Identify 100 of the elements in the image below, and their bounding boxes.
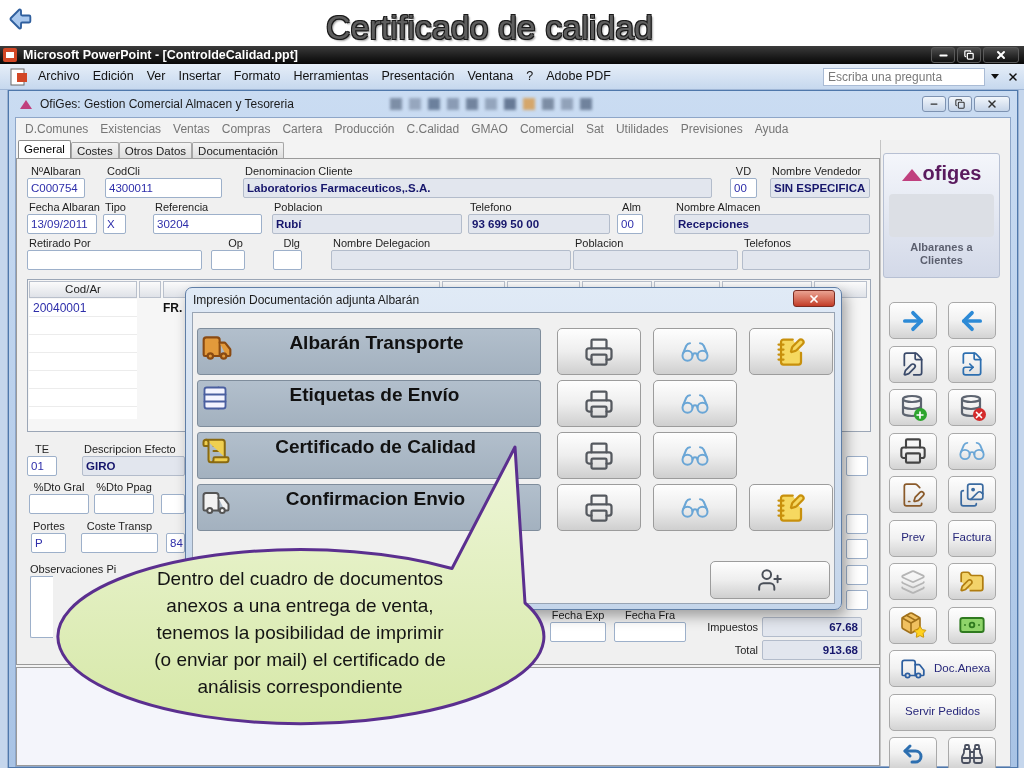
- toolbar-button[interactable]: Factura: [948, 519, 996, 557]
- textarea-field[interactable]: [30, 576, 53, 638]
- input-field[interactable]: Laboratorios Farmaceuticos,.S.A.: [243, 178, 712, 198]
- input-field[interactable]: [742, 250, 870, 270]
- toolbar-button[interactable]: [948, 345, 996, 383]
- tab[interactable]: Costes: [70, 142, 119, 158]
- input-field[interactable]: [846, 539, 868, 559]
- input-field[interactable]: 84: [166, 533, 185, 553]
- toolbar-button[interactable]: Doc.Anexa: [889, 650, 996, 687]
- toolbar-button[interactable]: [889, 737, 937, 768]
- table-header-cell[interactable]: [139, 281, 161, 298]
- toolbar-button[interactable]: [948, 606, 996, 644]
- toolbar-button[interactable]: [889, 345, 937, 383]
- table-header-cell[interactable]: Cod/Ar: [29, 281, 137, 298]
- input-field[interactable]: [846, 565, 868, 585]
- input-field[interactable]: [94, 494, 154, 514]
- input-field[interactable]: GIRO: [82, 456, 185, 476]
- toolbar-button[interactable]: [889, 432, 937, 470]
- input-field[interactable]: 93 699 50 00: [468, 214, 610, 234]
- menu-item[interactable]: Formato: [233, 67, 281, 86]
- menu-item[interactable]: Archivo: [38, 67, 80, 86]
- input-field[interactable]: [29, 494, 89, 514]
- tab[interactable]: Otros Datos: [118, 142, 193, 158]
- menu-item[interactable]: Adobe PDF: [546, 67, 611, 86]
- action-button[interactable]: [557, 484, 641, 531]
- menu-item[interactable]: D.Comunes: [25, 120, 89, 138]
- input-field[interactable]: [273, 250, 302, 270]
- toolbar-button[interactable]: [948, 476, 996, 513]
- action-button[interactable]: [557, 380, 641, 427]
- input-field[interactable]: P: [31, 533, 66, 553]
- input-field[interactable]: 913.68: [762, 640, 862, 660]
- input-field[interactable]: [211, 250, 245, 270]
- menu-item[interactable]: Ayuda: [754, 120, 789, 138]
- printer-icon: [584, 388, 614, 419]
- question-field[interactable]: Escriba una pregunta: [823, 67, 985, 86]
- menu-item[interactable]: Ver: [146, 67, 166, 86]
- toolbar-button[interactable]: [889, 476, 937, 513]
- menu-item[interactable]: ?: [526, 67, 534, 86]
- restore-button[interactable]: [948, 96, 972, 112]
- document-button[interactable]: Albarán Transporte: [197, 328, 541, 375]
- input-field[interactable]: SIN ESPECIFICA: [770, 178, 870, 198]
- input-field[interactable]: C000754: [27, 178, 85, 198]
- menu-item[interactable]: Compras: [221, 120, 271, 138]
- menu-item[interactable]: Existencias: [100, 120, 162, 138]
- toolbar-button[interactable]: Servir Pedidos: [889, 693, 996, 731]
- restore-button[interactable]: [957, 47, 981, 63]
- menu-item[interactable]: Previsiones: [680, 120, 743, 138]
- menu-item[interactable]: Producción: [334, 120, 395, 138]
- toolbar-button[interactable]: [948, 737, 996, 768]
- toolbar-button[interactable]: [948, 389, 996, 426]
- input-field[interactable]: Recepciones: [674, 214, 870, 234]
- input-field[interactable]: [161, 494, 185, 514]
- menu-item[interactable]: Herramientas: [293, 67, 369, 86]
- menu-item[interactable]: C.Calidad: [406, 120, 460, 138]
- field-label: Alm: [621, 201, 642, 214]
- action-button[interactable]: [557, 328, 641, 375]
- input-field[interactable]: 4300011: [105, 178, 222, 198]
- input-field[interactable]: [846, 590, 868, 610]
- document-button[interactable]: Etiquetas de Envío: [197, 380, 541, 427]
- menu-item[interactable]: Comercial: [519, 120, 574, 138]
- input-field[interactable]: X: [103, 214, 126, 234]
- tab[interactable]: Documentación: [192, 142, 284, 158]
- input-field[interactable]: 30204: [153, 214, 262, 234]
- input-field[interactable]: [614, 622, 686, 642]
- menu-item[interactable]: Presentación: [381, 67, 455, 86]
- menu-item[interactable]: Insertar: [178, 67, 221, 86]
- close-icon[interactable]: [1007, 70, 1019, 83]
- close-button[interactable]: [793, 290, 835, 307]
- menu-item[interactable]: Cartera: [282, 120, 323, 138]
- input-field[interactable]: [846, 514, 868, 534]
- input-field[interactable]: [846, 456, 868, 476]
- toolbar-button[interactable]: [889, 606, 937, 644]
- input-field[interactable]: 13/09/2011: [27, 214, 97, 234]
- menu-item[interactable]: Sat: [585, 120, 604, 138]
- input-field[interactable]: [81, 533, 158, 553]
- input-field[interactable]: Rubí: [272, 214, 462, 234]
- menu-item[interactable]: GMAO: [471, 120, 508, 138]
- input-field[interactable]: [550, 622, 606, 642]
- notepad-pen-icon: [776, 336, 806, 367]
- input-field[interactable]: [573, 250, 738, 270]
- add-user-button[interactable]: [710, 561, 830, 599]
- input-field[interactable]: 00: [730, 178, 757, 198]
- input-field[interactable]: [27, 250, 202, 270]
- close-button[interactable]: [983, 47, 1019, 63]
- menu-item[interactable]: Ventas: [173, 120, 210, 138]
- action-button[interactable]: [557, 432, 641, 479]
- dropdown-arrow-icon[interactable]: [991, 74, 999, 79]
- toolbar-button[interactable]: [889, 389, 937, 426]
- input-field[interactable]: [331, 250, 571, 270]
- input-field[interactable]: 00: [617, 214, 643, 234]
- menu-item[interactable]: Ventana: [467, 67, 514, 86]
- tab[interactable]: General: [18, 140, 71, 158]
- toolbar-button[interactable]: Prev: [889, 519, 937, 557]
- menu-item[interactable]: Utilidades: [615, 120, 669, 138]
- document-button[interactable]: Certificado de Calidad: [197, 432, 541, 479]
- triangle-logo-icon: [20, 99, 32, 109]
- input-field[interactable]: 01: [27, 456, 57, 476]
- input-field[interactable]: 67.68: [762, 617, 862, 637]
- menu-item[interactable]: Edición: [92, 67, 134, 86]
- minimize-button[interactable]: [931, 47, 955, 63]
